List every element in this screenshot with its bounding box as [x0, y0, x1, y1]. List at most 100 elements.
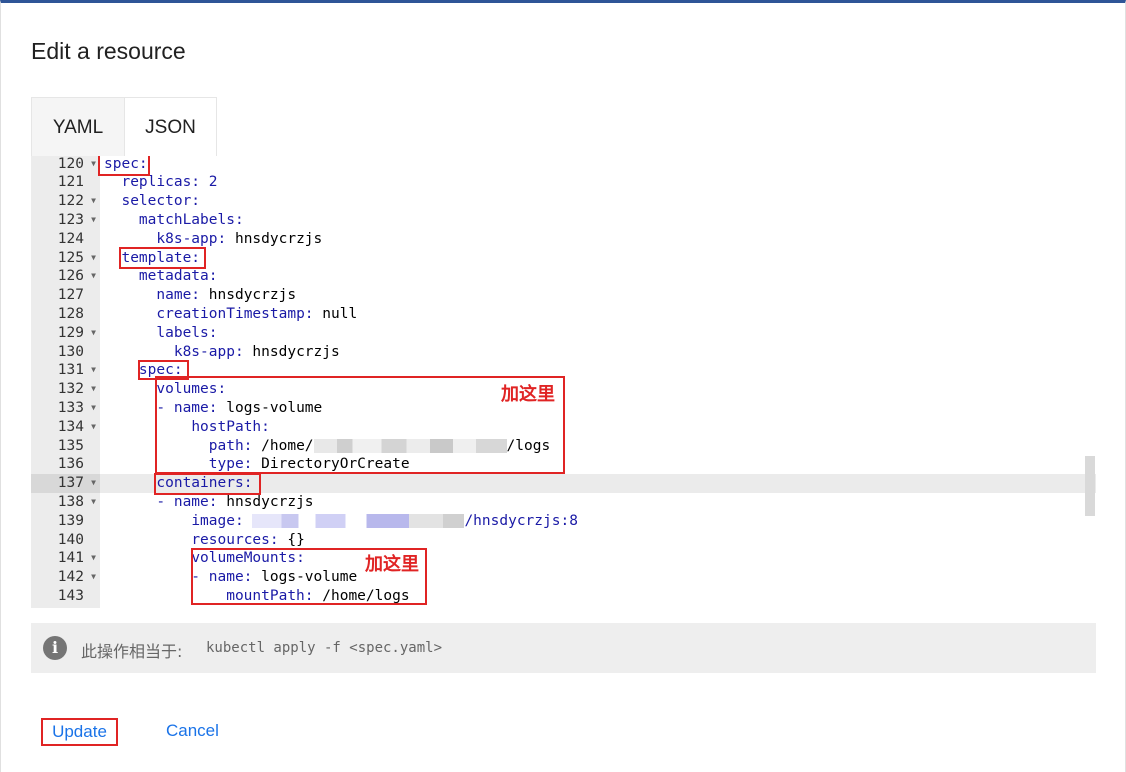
- yaml-key: metadata:: [138, 268, 218, 285]
- fold-toggle-icon[interactable]: ▼: [91, 192, 96, 211]
- line-number: 120 ▼: [31, 156, 100, 173]
- code-text: image: /hnsdycrzjs:8: [104, 512, 578, 531]
- yaml-value: logs-volume: [252, 569, 358, 586]
- fold-toggle-icon[interactable]: ▼: [91, 549, 96, 568]
- code-text: - name: hnsdycrzjs: [104, 493, 314, 510]
- code-text: path: /home/ /logs: [104, 437, 550, 456]
- update-button[interactable]: Update: [41, 718, 118, 746]
- code-text: k8s-app: hnsdycrzjs: [104, 343, 340, 362]
- code-line[interactable]: 124 k8s-app: hnsdycrzjs: [31, 230, 1096, 249]
- fold-toggle-icon[interactable]: ▼: [91, 267, 96, 286]
- line-number-text: 134: [57, 418, 84, 435]
- line-number: 136: [31, 455, 100, 474]
- fold-toggle-icon[interactable]: ▼: [91, 493, 96, 512]
- yaml-key: name:: [173, 399, 218, 416]
- yaml-value: hnsdycrzjs: [217, 493, 314, 510]
- line-number-text: 141: [57, 550, 84, 567]
- code-line[interactable]: 139 image: /hnsdycrzjs:8: [31, 512, 1096, 531]
- fold-toggle-icon[interactable]: ▼: [91, 380, 96, 399]
- yaml-value-suffix: /hnsdycrzjs:8: [464, 512, 578, 529]
- yaml-value-suffix: /logs: [506, 437, 551, 454]
- line-number: 121: [31, 173, 100, 192]
- code-line[interactable]: 131 ▼ spec:: [31, 361, 1096, 380]
- code-text: mountPath: /home/logs: [104, 587, 409, 606]
- line-number-text: 131: [57, 362, 84, 379]
- line-number: 132 ▼: [31, 380, 100, 399]
- code-line[interactable]: 134 ▼ hostPath:: [31, 418, 1096, 437]
- code-line[interactable]: 143 mountPath: /home/logs: [31, 587, 1096, 606]
- code-line[interactable]: 135 path: /home/ /logs: [31, 437, 1096, 456]
- line-number-text: 139: [57, 512, 84, 529]
- line-number-text: 122: [57, 193, 84, 210]
- yaml-key: matchLabels:: [138, 211, 244, 228]
- code-line[interactable]: 122 ▼ selector:: [31, 192, 1096, 211]
- yaml-key: name:: [173, 493, 218, 510]
- info-command: kubectl apply -f <spec.yaml>: [206, 640, 443, 656]
- code-text: template:: [104, 249, 200, 268]
- fold-toggle-icon[interactable]: ▼: [91, 361, 96, 380]
- line-number: 138 ▼: [31, 493, 100, 512]
- fold-toggle-icon[interactable]: ▼: [91, 156, 96, 173]
- fold-toggle-icon[interactable]: ▼: [91, 418, 96, 437]
- yaml-key: name:: [208, 569, 253, 586]
- code-text: creationTimestamp: null: [104, 305, 357, 324]
- code-line[interactable]: 141 ▼ volumeMounts:: [31, 549, 1096, 568]
- line-number: 133 ▼: [31, 399, 100, 418]
- code-line[interactable]: 128 creationTimestamp: null: [31, 305, 1096, 324]
- line-number: 143: [31, 587, 100, 606]
- code-line[interactable]: 137 ▼ containers:: [31, 474, 1096, 493]
- code-text: volumes:: [104, 380, 226, 399]
- line-number: 129 ▼: [31, 324, 100, 343]
- code-line[interactable]: 140 resources: {}: [31, 531, 1096, 550]
- line-number-text: 138: [57, 493, 84, 510]
- yaml-key: name:: [156, 287, 201, 304]
- code-line[interactable]: 138 ▼ - name: hnsdycrzjs: [31, 493, 1096, 512]
- code-line[interactable]: 133 ▼ - name: logs-volume: [31, 399, 1096, 418]
- yaml-key: image:: [191, 512, 244, 529]
- code-line[interactable]: 136 type: DirectoryOrCreate: [31, 455, 1096, 474]
- fold-toggle-icon[interactable]: ▼: [91, 211, 96, 230]
- tab-yaml[interactable]: YAML: [31, 97, 125, 157]
- fold-toggle-icon[interactable]: ▼: [91, 249, 96, 268]
- code-text: type: DirectoryOrCreate: [104, 455, 410, 474]
- tab-json[interactable]: JSON: [125, 97, 217, 157]
- line-number-text: 140: [57, 531, 84, 548]
- editor-tabs: YAML JSON: [31, 97, 217, 157]
- cancel-button[interactable]: Cancel: [166, 718, 219, 744]
- yaml-key: spec:: [104, 156, 148, 172]
- dialog-title: Edit a resource: [31, 38, 186, 64]
- code-text: hostPath:: [104, 418, 270, 437]
- line-number: 124: [31, 230, 100, 249]
- yaml-value: [244, 513, 253, 529]
- editor-scrollbar[interactable]: [1085, 456, 1095, 516]
- line-number-text: 137: [57, 475, 84, 492]
- info-label: 此操作相当于:: [81, 642, 183, 661]
- code-editor[interactable]: 120 ▼ spec: 121 replicas: 2 122 ▼ selector: 12…: [31, 156, 1096, 608]
- line-number-text: 127: [57, 287, 84, 304]
- yaml-key: volumes:: [156, 381, 227, 398]
- code-line[interactable]: 120 ▼ spec:: [31, 156, 1096, 173]
- code-text: - name: logs-volume: [104, 399, 323, 416]
- code-text: volumeMounts:: [104, 549, 305, 568]
- line-number-text: 136: [57, 456, 84, 473]
- code-line[interactable]: 129 ▼ labels:: [31, 324, 1096, 343]
- fold-toggle-icon[interactable]: ▼: [91, 324, 96, 343]
- line-number: 130: [31, 343, 100, 362]
- code-line[interactable]: 142 ▼ - name: logs-volume: [31, 568, 1096, 587]
- line-number: 139: [31, 512, 100, 531]
- fold-toggle-icon[interactable]: ▼: [91, 474, 96, 493]
- code-text: matchLabels:: [104, 211, 244, 230]
- code-line[interactable]: 126 ▼ metadata:: [31, 267, 1096, 286]
- fold-toggle-icon[interactable]: ▼: [91, 568, 96, 587]
- line-number-text: 143: [57, 587, 84, 604]
- annotation-label: 加这里: [365, 554, 419, 575]
- code-line[interactable]: 125 ▼ template:: [31, 249, 1096, 268]
- code-text: name: hnsdycrzjs: [104, 286, 296, 305]
- code-line[interactable]: 121 replicas: 2: [31, 173, 1096, 192]
- code-line[interactable]: 123 ▼ matchLabels:: [31, 211, 1096, 230]
- fold-toggle-icon[interactable]: ▼: [91, 399, 96, 418]
- code-line[interactable]: 132 ▼ volumes:: [31, 380, 1096, 399]
- code-line[interactable]: 130 k8s-app: hnsdycrzjs: [31, 343, 1096, 362]
- code-text: spec:: [104, 156, 148, 173]
- code-line[interactable]: 127 name: hnsdycrzjs: [31, 286, 1096, 305]
